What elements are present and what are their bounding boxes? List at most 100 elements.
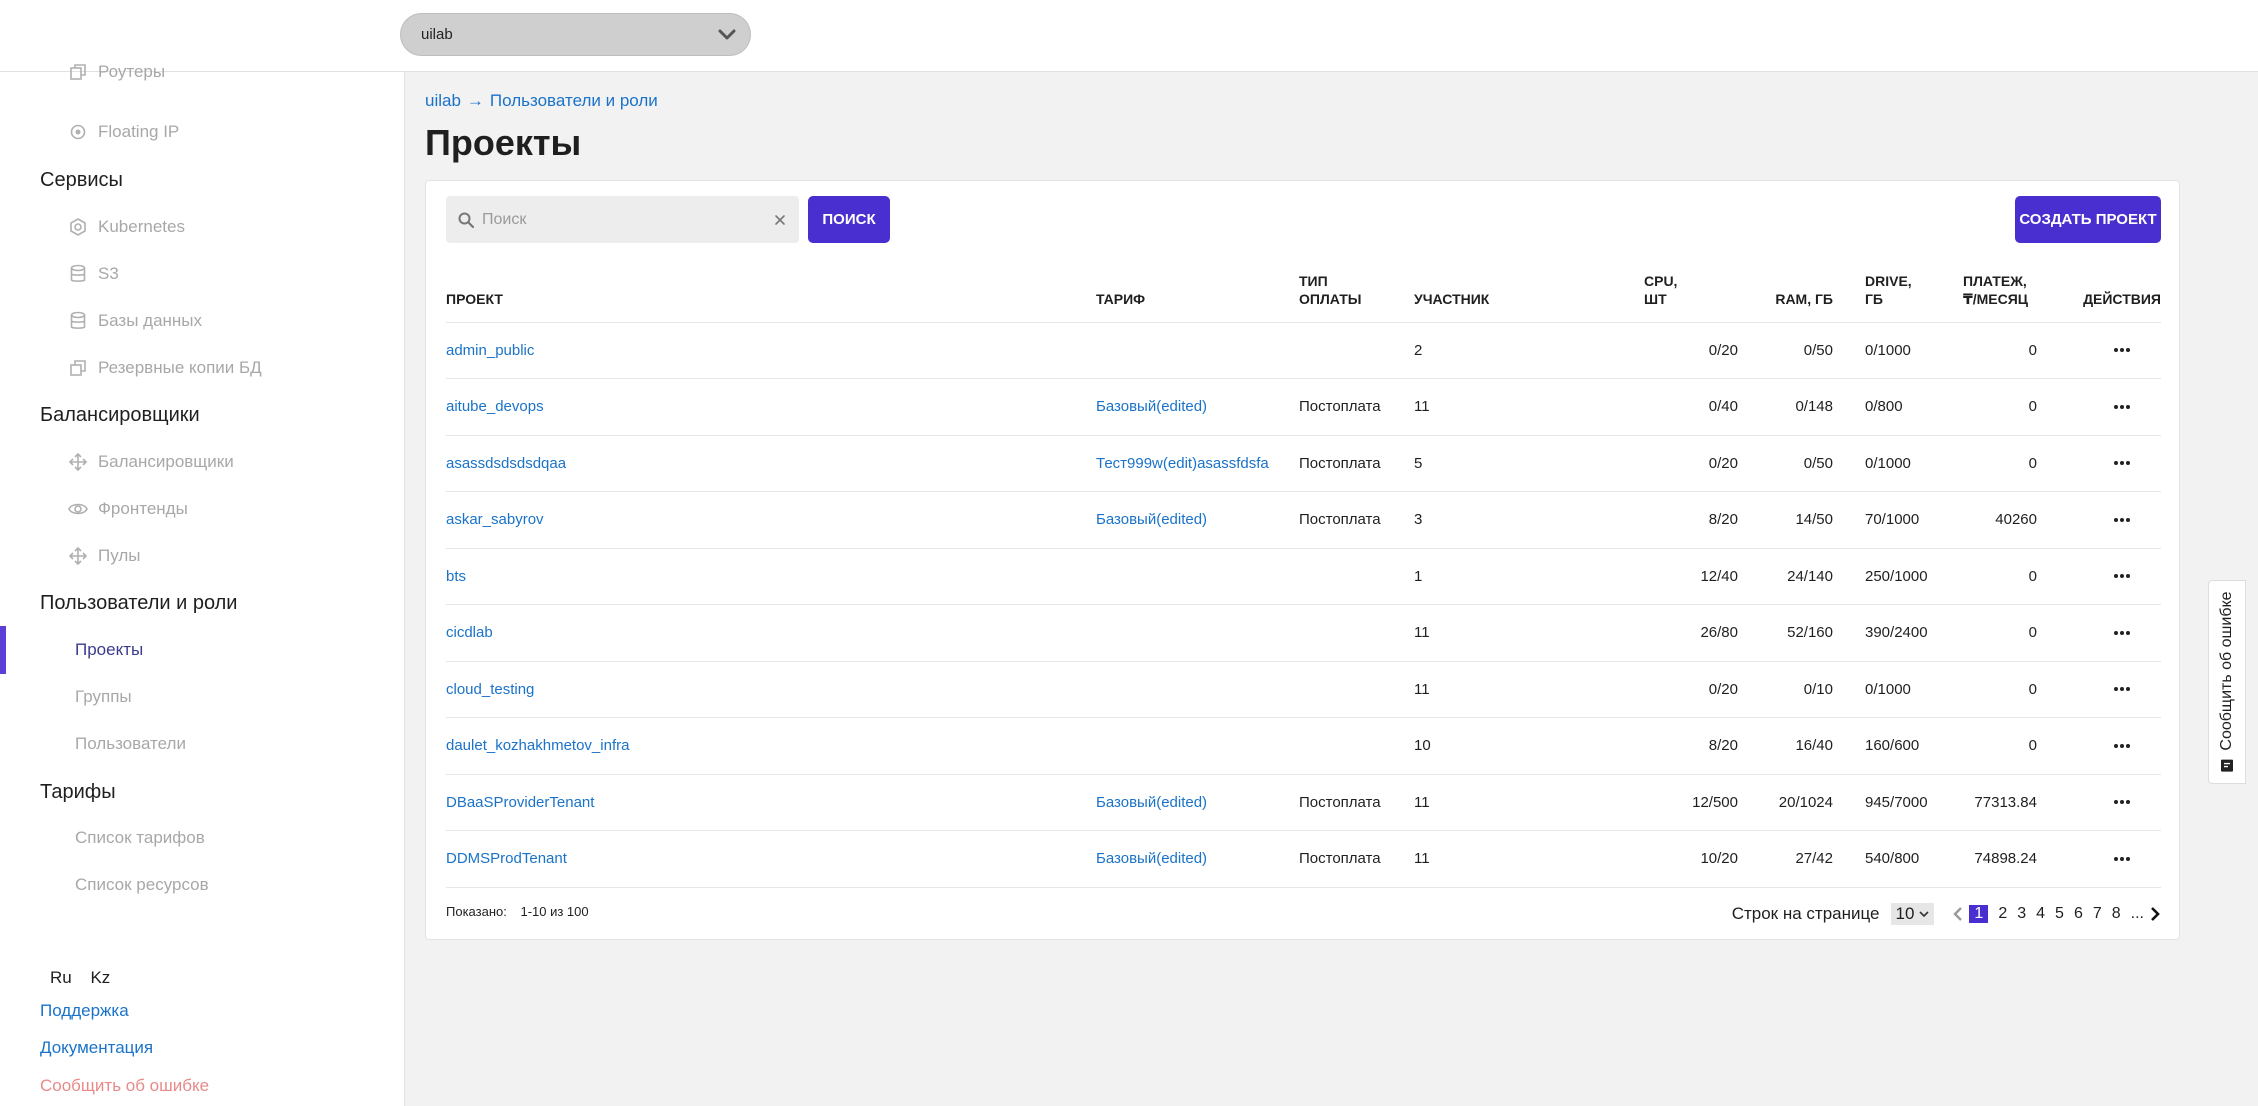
search-button[interactable]: Поиск (808, 196, 890, 243)
router-icon (68, 62, 88, 82)
drive-cell: 160/600 (1847, 717, 1949, 775)
tariff-link[interactable]: Базовый(edited) (1096, 774, 1299, 831)
lang-ru[interactable]: Ru (50, 968, 72, 987)
clear-icon[interactable] (773, 213, 787, 227)
project-link[interactable]: DBaaSProviderTenant (446, 774, 1096, 831)
drive-cell: 250/1000 (1847, 548, 1949, 605)
project-link[interactable]: aitube_devops (446, 378, 1096, 436)
support-link[interactable]: Поддержка (40, 1001, 129, 1021)
sidebar-item-tariff-list[interactable]: Список тарифов (75, 824, 205, 852)
eye-icon (68, 499, 88, 519)
more-options-icon[interactable] (2113, 743, 2131, 749)
documentation-link[interactable]: Документация (40, 1038, 153, 1058)
participant-cell: 2 (1414, 322, 1644, 379)
more-options-icon[interactable] (2113, 799, 2131, 805)
floating-ip-icon (68, 122, 88, 142)
tariff-link[interactable]: Базовый(edited) (1096, 491, 1299, 549)
ram-cell: 0/50 (1752, 322, 1847, 379)
balancer-icon (68, 452, 88, 472)
header-participant[interactable]: Участник (1414, 266, 1644, 323)
page-3[interactable]: 3 (2017, 905, 2026, 923)
tariff-link[interactable] (1096, 717, 1299, 775)
lang-kz[interactable]: Kz (90, 968, 110, 987)
payment-type-cell (1299, 661, 1414, 718)
sidebar-item-users[interactable]: Пользователи (75, 730, 186, 758)
more-options-icon[interactable] (2113, 856, 2131, 862)
search-input[interactable] (482, 210, 773, 229)
tariff-link[interactable] (1096, 322, 1299, 379)
feedback-tab-content[interactable]: Сообщить об ошибке (2218, 591, 2236, 772)
sidebar-item-balancers[interactable]: Балансировщики (68, 448, 234, 476)
header-ram[interactable]: RAM, ГБ (1752, 266, 1847, 323)
project-link[interactable]: cloud_testing (446, 661, 1096, 718)
pagination: Строк на странице 10 12345678 ... (1732, 903, 2161, 925)
chevron-right-icon[interactable] (2149, 906, 2161, 922)
more-options-icon[interactable] (2113, 630, 2131, 636)
project-link[interactable]: daulet_kozhakhmetov_infra (446, 717, 1096, 775)
tariff-link[interactable]: Базовый(edited) (1096, 830, 1299, 888)
tariff-link[interactable] (1096, 548, 1299, 605)
header-tariff[interactable]: Тариф (1096, 266, 1299, 323)
header-drive[interactable]: DRIVE, ГБ (1847, 266, 1949, 323)
tariff-link[interactable] (1096, 661, 1299, 718)
projects-table: Проект Тариф Тип оплаты Участник CPU, шт R… (446, 266, 2161, 888)
tariff-link[interactable]: Тест999w(edit)asassfdsfa (1096, 435, 1299, 492)
more-options-icon[interactable] (2113, 347, 2131, 353)
shown-count: Показано: 1-10 из 100 (446, 904, 599, 919)
sidebar-item-resource-list[interactable]: Список ресурсов (75, 871, 209, 899)
project-link[interactable]: admin_public (446, 322, 1096, 379)
actions-cell (2051, 774, 2161, 831)
message-icon (2221, 759, 2233, 772)
more-options-icon[interactable] (2113, 404, 2131, 410)
sidebar-item-db-backups[interactable]: Резервные копии БД (68, 354, 262, 382)
project-link[interactable]: asassdsdsdsdqaa (446, 435, 1096, 492)
sidebar-item-routers[interactable]: Роутеры (68, 58, 165, 86)
rows-per-page-select[interactable]: 10 (1891, 903, 1935, 925)
breadcrumb-current[interactable]: Пользователи и роли (490, 91, 658, 111)
page-8[interactable]: 8 (2112, 905, 2121, 923)
sidebar-section-tariffs: Тарифы (40, 781, 116, 803)
more-options-icon[interactable] (2113, 517, 2131, 523)
sidebar-item-pools[interactable]: Пулы (68, 542, 140, 570)
cpu-cell: 0/20 (1644, 435, 1752, 492)
page-4[interactable]: 4 (2036, 905, 2045, 923)
sidebar-item-projects[interactable]: Проекты (75, 636, 143, 664)
project-selector[interactable]: uilab (400, 13, 751, 56)
project-link[interactable]: DDMSProdTenant (446, 830, 1096, 888)
payment-cell: 74898.24 (1949, 830, 2051, 888)
more-options-icon[interactable] (2113, 686, 2131, 692)
page-7[interactable]: 7 (2093, 905, 2102, 923)
header-payment-type[interactable]: Тип оплаты (1299, 266, 1414, 323)
participant-cell: 11 (1414, 661, 1644, 718)
header-project[interactable]: Проект (446, 266, 1096, 323)
more-options-icon[interactable] (2113, 573, 2131, 579)
header-payment[interactable]: Платеж, ₸/месяц (1949, 266, 2051, 323)
ram-cell: 52/160 (1752, 604, 1847, 662)
sidebar-item-s3[interactable]: S3 (68, 260, 119, 288)
ram-cell: 27/42 (1752, 830, 1847, 888)
breadcrumb-root[interactable]: uilab (425, 91, 461, 111)
tariff-link[interactable]: Базовый(edited) (1096, 378, 1299, 436)
header-cpu[interactable]: CPU, шт (1644, 266, 1752, 323)
tariff-link[interactable] (1096, 604, 1299, 662)
sidebar-item-groups[interactable]: Группы (75, 683, 132, 711)
search-icon (458, 212, 474, 228)
actions-cell (2051, 322, 2161, 379)
page-6[interactable]: 6 (2074, 905, 2083, 923)
page-2[interactable]: 2 (1998, 905, 2007, 923)
page-5[interactable]: 5 (2055, 905, 2064, 923)
ram-cell: 0/50 (1752, 435, 1847, 492)
project-link[interactable]: cicdlab (446, 604, 1096, 662)
sidebar-item-frontends[interactable]: Фронтенды (68, 495, 188, 523)
create-project-button[interactable]: Создать проект (2015, 196, 2161, 243)
project-link[interactable]: bts (446, 548, 1096, 605)
project-link[interactable]: askar_sabyrov (446, 491, 1096, 549)
database-icon (68, 311, 88, 331)
page-1[interactable]: 1 (1969, 905, 1989, 923)
more-options-icon[interactable] (2113, 460, 2131, 466)
sidebar-item-kubernetes[interactable]: Kubernetes (68, 213, 185, 241)
sidebar-item-floating-ip[interactable]: Floating IP (68, 118, 179, 146)
sidebar-item-databases[interactable]: Базы данных (68, 307, 202, 335)
chevron-left-icon[interactable] (1952, 906, 1964, 922)
report-error-link[interactable]: Сообщить об ошибке (40, 1076, 209, 1096)
